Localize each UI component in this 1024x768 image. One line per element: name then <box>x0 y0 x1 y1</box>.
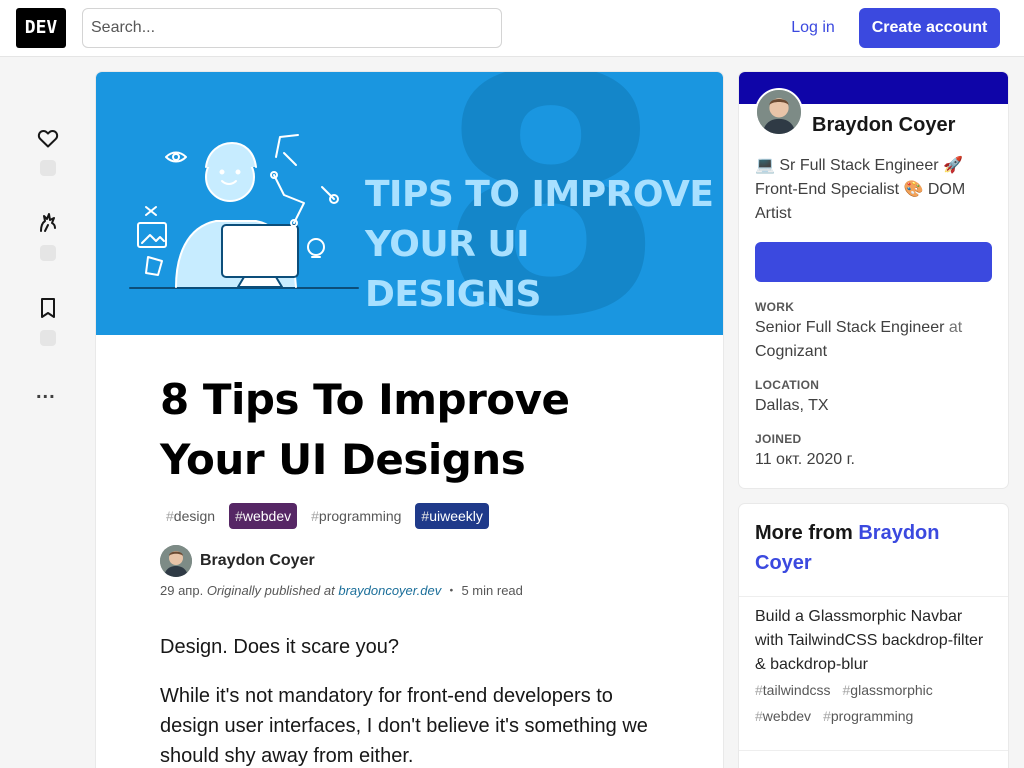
tag-label: tailwindcss <box>762 682 831 698</box>
tag-hash: # <box>755 708 763 724</box>
meta-separator: ・ <box>444 583 458 598</box>
location-label: Location <box>755 378 820 392</box>
tag-label: design <box>173 508 216 524</box>
follow-button[interactable] <box>755 242 992 282</box>
search-input[interactable] <box>82 8 502 48</box>
tag-design[interactable]: #design <box>160 503 221 529</box>
profile-name[interactable]: Braydon Coyer <box>812 114 955 137</box>
tag-programming[interactable]: #programming <box>305 503 407 529</box>
dev-logo[interactable]: DEV <box>16 8 66 48</box>
cover-line-1: TIPS TO IMPROVE <box>365 174 714 215</box>
divider <box>739 596 1008 597</box>
unicorn-icon <box>40 213 56 232</box>
tag-webdev[interactable]: #webdev <box>229 503 298 529</box>
profile-avatar[interactable] <box>755 88 803 136</box>
tag-label: webdev <box>762 708 812 724</box>
more-from-heading: More from Braydon Coyer <box>755 518 990 578</box>
work-label: Work <box>755 300 795 314</box>
work-value: Senior Full Stack Engineer at Cognizant <box>755 316 990 364</box>
cover-image: 8 TIPS TO IMPROVE YOUR UI DESIGNS <box>96 72 723 335</box>
article-paragraph: Design. Does it scare you? <box>160 636 400 658</box>
tag-label: uiweekly <box>429 508 483 524</box>
more-tag-webdev[interactable]: #webdev <box>755 707 811 725</box>
more-from-card: More from Braydon Coyer Build a Glassmor… <box>739 504 1008 768</box>
avatar-photo-icon <box>757 90 801 134</box>
work-title: Senior Full Stack Engineer <box>755 319 945 336</box>
author-name[interactable]: Braydon Coyer <box>200 552 315 570</box>
unicorn-reaction-button[interactable] <box>32 211 64 261</box>
create-account-button[interactable]: Create account <box>859 8 1000 48</box>
tag-label: programming <box>318 508 402 524</box>
more-tag-programming[interactable]: #programming <box>823 707 913 725</box>
author-avatar[interactable] <box>160 545 192 577</box>
bookmark-icon <box>41 298 55 318</box>
heart-count <box>40 160 56 176</box>
publish-date: 29 апр. <box>160 583 204 598</box>
login-button[interactable]: Log in <box>775 8 851 48</box>
more-from-prefix: More from <box>755 522 853 544</box>
article-title: 8 Tips To Improve Your UI Designs <box>160 375 570 484</box>
article-card: 8 TIPS TO IMPROVE YOUR UI DESIGNS 8 Tips… <box>96 72 723 768</box>
more-tag-glassmorphic[interactable]: #glassmorphic <box>843 681 933 699</box>
heart-icon <box>37 129 59 148</box>
article-meta: 29 апр. Originally published at braydonc… <box>160 580 523 599</box>
source-link[interactable]: braydoncoyer.dev <box>338 583 441 598</box>
tag-hash: # <box>823 708 831 724</box>
tag-hash: # <box>755 682 763 698</box>
location-value: Dallas, TX <box>755 397 829 414</box>
avatar-photo-icon <box>160 545 192 577</box>
tag-label: webdev <box>242 508 292 524</box>
divider <box>739 750 1008 751</box>
tag-label: programming <box>830 708 914 724</box>
tag-hash: # <box>311 508 319 524</box>
read-time: 5 min read <box>461 583 523 598</box>
more-post-title[interactable]: Build a Glassmorphic Navbar with Tailwin… <box>755 605 990 677</box>
more-tag-tailwindcss[interactable]: #tailwindcss <box>755 681 831 699</box>
bookmark-button[interactable] <box>32 296 64 346</box>
designer-illustration-icon <box>129 134 359 289</box>
cover-line-2: YOUR UI DESIGNS <box>365 224 541 315</box>
work-at: at <box>948 319 963 336</box>
bookmark-count <box>40 330 56 346</box>
article-tags: #design #webdev #programming #uiweekly <box>160 503 489 529</box>
tag-label: glassmorphic <box>850 682 933 698</box>
tag-uiweekly[interactable]: #uiweekly <box>415 503 489 529</box>
tag-hash: # <box>166 508 174 524</box>
author-profile-card: Braydon Coyer 💻 Sr Full Stack Engineer 🚀… <box>739 72 1008 488</box>
cover-headline: TIPS TO IMPROVE YOUR UI DESIGNS <box>365 170 715 320</box>
originally-published-label: Originally published at <box>206 583 335 598</box>
top-bar: DEV Log in Create account <box>0 0 1024 57</box>
heart-reaction-button[interactable] <box>32 126 64 176</box>
more-options-icon[interactable]: ... <box>36 382 56 402</box>
work-company: Cognizant <box>755 343 828 360</box>
profile-bio: 💻 Sr Full Stack Engineer 🚀 Front-End Spe… <box>755 157 966 222</box>
more-post-tags: #tailwindcss #glassmorphic #webdev #prog… <box>755 681 990 725</box>
article-paragraph: While it's not mandatory for front-end d… <box>160 685 648 767</box>
unicorn-count <box>40 245 56 261</box>
tag-hash: # <box>235 508 243 524</box>
joined-label: Joined <box>755 432 802 446</box>
joined-value: 11 окт. 2020 г. <box>755 451 855 468</box>
